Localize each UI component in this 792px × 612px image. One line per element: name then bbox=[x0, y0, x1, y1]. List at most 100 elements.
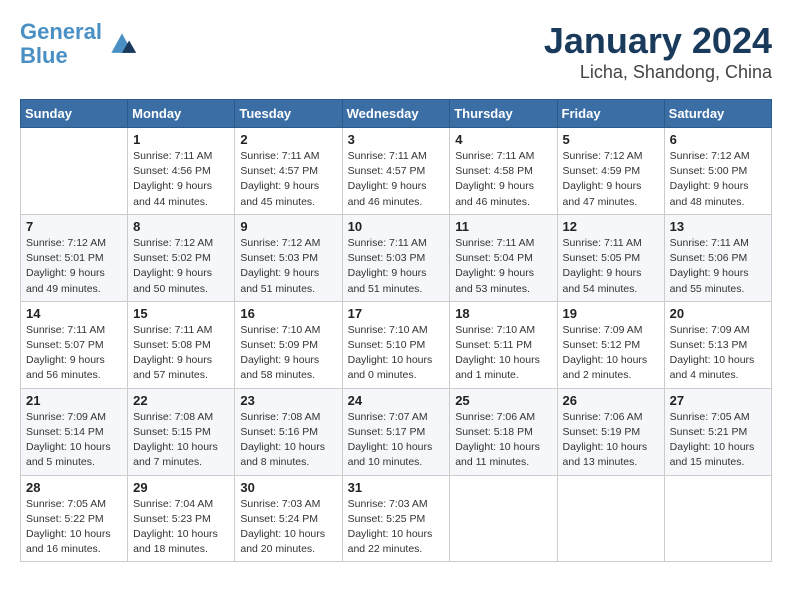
day-info: Sunrise: 7:03 AMSunset: 5:25 PMDaylight:… bbox=[348, 497, 445, 558]
day-number: 29 bbox=[133, 480, 229, 495]
day-number: 21 bbox=[26, 393, 122, 408]
day-info: Sunrise: 7:11 AMSunset: 5:03 PMDaylight:… bbox=[348, 236, 445, 297]
day-number: 5 bbox=[563, 132, 659, 147]
calendar-cell: 29Sunrise: 7:04 AMSunset: 5:23 PMDayligh… bbox=[128, 475, 235, 562]
logo-text: General Blue bbox=[20, 20, 102, 68]
calendar-week-3: 14 Sunrise: 7:11 AMSunset: 5:07 PMDayligh… bbox=[21, 301, 772, 388]
calendar-cell: 19 Sunrise: 7:09 AMSunset: 5:12 PMDayligh… bbox=[557, 301, 664, 388]
calendar-cell bbox=[557, 475, 664, 562]
day-number: 31 bbox=[348, 480, 445, 495]
calendar-week-2: 7Sunrise: 7:12 AMSunset: 5:01 PMDaylight… bbox=[21, 214, 772, 301]
day-info: Sunrise: 7:12 AMSunset: 5:00 PMDaylight:… bbox=[670, 149, 766, 210]
day-info: Sunrise: 7:09 AMSunset: 5:13 PMDaylight:… bbox=[670, 323, 766, 384]
calendar-cell: 14 Sunrise: 7:11 AMSunset: 5:07 PMDayligh… bbox=[21, 301, 128, 388]
day-info: Sunrise: 7:06 AMSunset: 5:18 PMDaylight:… bbox=[455, 410, 551, 471]
day-number: 9 bbox=[240, 219, 336, 234]
day-number: 22 bbox=[133, 393, 229, 408]
day-info: Sunrise: 7:07 AMSunset: 5:17 PMDaylight:… bbox=[348, 410, 445, 471]
day-info: Sunrise: 7:12 AMSunset: 5:02 PMDaylight:… bbox=[133, 236, 229, 297]
calendar-cell: 6 Sunrise: 7:12 AMSunset: 5:00 PMDaylight… bbox=[664, 128, 771, 215]
day-info: Sunrise: 7:09 AMSunset: 5:14 PMDaylight:… bbox=[26, 410, 122, 471]
day-info: Sunrise: 7:05 AMSunset: 5:21 PMDaylight:… bbox=[670, 410, 766, 471]
day-number: 28 bbox=[26, 480, 122, 495]
calendar-cell: 24Sunrise: 7:07 AMSunset: 5:17 PMDayligh… bbox=[342, 388, 450, 475]
calendar-cell: 9 Sunrise: 7:12 AMSunset: 5:03 PMDaylight… bbox=[235, 214, 342, 301]
weekday-header-friday: Friday bbox=[557, 100, 664, 128]
calendar-cell: 31 Sunrise: 7:03 AMSunset: 5:25 PMDayligh… bbox=[342, 475, 450, 562]
calendar-cell: 27Sunrise: 7:05 AMSunset: 5:21 PMDayligh… bbox=[664, 388, 771, 475]
weekday-header-saturday: Saturday bbox=[664, 100, 771, 128]
calendar-cell bbox=[450, 475, 557, 562]
day-info: Sunrise: 7:09 AMSunset: 5:12 PMDaylight:… bbox=[563, 323, 659, 384]
calendar-cell: 1Sunrise: 7:11 AMSunset: 4:56 PMDaylight… bbox=[128, 128, 235, 215]
calendar-cell: 18 Sunrise: 7:10 AMSunset: 5:11 PMDayligh… bbox=[450, 301, 557, 388]
day-info: Sunrise: 7:08 AMSunset: 5:16 PMDaylight:… bbox=[240, 410, 336, 471]
day-number: 2 bbox=[240, 132, 336, 147]
day-info: Sunrise: 7:11 AMSunset: 5:08 PMDaylight:… bbox=[133, 323, 229, 384]
calendar-cell bbox=[21, 128, 128, 215]
day-number: 17 bbox=[348, 306, 445, 321]
calendar-week-4: 21 Sunrise: 7:09 AMSunset: 5:14 PMDayligh… bbox=[21, 388, 772, 475]
day-number: 14 bbox=[26, 306, 122, 321]
day-info: Sunrise: 7:10 AMSunset: 5:11 PMDaylight:… bbox=[455, 323, 551, 384]
day-info: Sunrise: 7:11 AMSunset: 5:04 PMDaylight:… bbox=[455, 236, 551, 297]
day-info: Sunrise: 7:12 AMSunset: 4:59 PMDaylight:… bbox=[563, 149, 659, 210]
calendar-cell: 3Sunrise: 7:11 AMSunset: 4:57 PMDaylight… bbox=[342, 128, 450, 215]
day-info: Sunrise: 7:12 AMSunset: 5:03 PMDaylight:… bbox=[240, 236, 336, 297]
day-number: 12 bbox=[563, 219, 659, 234]
calendar-cell: 2 Sunrise: 7:11 AMSunset: 4:57 PMDaylight… bbox=[235, 128, 342, 215]
calendar-cell: 26 Sunrise: 7:06 AMSunset: 5:19 PMDayligh… bbox=[557, 388, 664, 475]
calendar-cell: 5 Sunrise: 7:12 AMSunset: 4:59 PMDaylight… bbox=[557, 128, 664, 215]
day-number: 13 bbox=[670, 219, 766, 234]
day-info: Sunrise: 7:10 AMSunset: 5:09 PMDaylight:… bbox=[240, 323, 336, 384]
day-number: 25 bbox=[455, 393, 551, 408]
calendar-cell bbox=[664, 475, 771, 562]
calendar-cell: 13 Sunrise: 7:11 AMSunset: 5:06 PMDayligh… bbox=[664, 214, 771, 301]
calendar-cell: 7Sunrise: 7:12 AMSunset: 5:01 PMDaylight… bbox=[21, 214, 128, 301]
calendar-cell: 25 Sunrise: 7:06 AMSunset: 5:18 PMDayligh… bbox=[450, 388, 557, 475]
day-number: 23 bbox=[240, 393, 336, 408]
day-number: 30 bbox=[240, 480, 336, 495]
day-number: 20 bbox=[670, 306, 766, 321]
weekday-header-sunday: Sunday bbox=[21, 100, 128, 128]
day-number: 18 bbox=[455, 306, 551, 321]
day-number: 26 bbox=[563, 393, 659, 408]
logo-line2: Blue bbox=[20, 43, 68, 68]
calendar-cell: 23 Sunrise: 7:08 AMSunset: 5:16 PMDayligh… bbox=[235, 388, 342, 475]
day-info: Sunrise: 7:11 AMSunset: 4:58 PMDaylight:… bbox=[455, 149, 551, 210]
day-info: Sunrise: 7:06 AMSunset: 5:19 PMDaylight:… bbox=[563, 410, 659, 471]
calendar-title: January 2024 bbox=[544, 20, 772, 62]
calendar-cell: 15Sunrise: 7:11 AMSunset: 5:08 PMDayligh… bbox=[128, 301, 235, 388]
calendar-cell: 22Sunrise: 7:08 AMSunset: 5:15 PMDayligh… bbox=[128, 388, 235, 475]
calendar-cell: 20 Sunrise: 7:09 AMSunset: 5:13 PMDayligh… bbox=[664, 301, 771, 388]
day-number: 11 bbox=[455, 219, 551, 234]
calendar-cell: 10 Sunrise: 7:11 AMSunset: 5:03 PMDayligh… bbox=[342, 214, 450, 301]
day-info: Sunrise: 7:11 AMSunset: 4:57 PMDaylight:… bbox=[240, 149, 336, 210]
calendar-cell: 16 Sunrise: 7:10 AMSunset: 5:09 PMDayligh… bbox=[235, 301, 342, 388]
calendar-cell: 8Sunrise: 7:12 AMSunset: 5:02 PMDaylight… bbox=[128, 214, 235, 301]
day-info: Sunrise: 7:11 AMSunset: 5:07 PMDaylight:… bbox=[26, 323, 122, 384]
weekday-header-thursday: Thursday bbox=[450, 100, 557, 128]
day-number: 1 bbox=[133, 132, 229, 147]
day-number: 16 bbox=[240, 306, 336, 321]
day-number: 6 bbox=[670, 132, 766, 147]
calendar-cell: 12Sunrise: 7:11 AMSunset: 5:05 PMDayligh… bbox=[557, 214, 664, 301]
calendar-week-1: 1Sunrise: 7:11 AMSunset: 4:56 PMDaylight… bbox=[21, 128, 772, 215]
weekday-header-wednesday: Wednesday bbox=[342, 100, 450, 128]
calendar-cell: 4Sunrise: 7:11 AMSunset: 4:58 PMDaylight… bbox=[450, 128, 557, 215]
weekday-header-row: SundayMondayTuesdayWednesdayThursdayFrid… bbox=[21, 100, 772, 128]
day-number: 10 bbox=[348, 219, 445, 234]
day-info: Sunrise: 7:12 AMSunset: 5:01 PMDaylight:… bbox=[26, 236, 122, 297]
day-number: 3 bbox=[348, 132, 445, 147]
day-number: 19 bbox=[563, 306, 659, 321]
logo-icon bbox=[106, 28, 138, 60]
calendar-subtitle: Licha, Shandong, China bbox=[544, 62, 772, 83]
day-info: Sunrise: 7:11 AMSunset: 5:06 PMDaylight:… bbox=[670, 236, 766, 297]
page-header: General Blue January 2024 Licha, Shandon… bbox=[20, 20, 772, 83]
logo-line1: General bbox=[20, 19, 102, 44]
calendar-body: 1Sunrise: 7:11 AMSunset: 4:56 PMDaylight… bbox=[21, 128, 772, 562]
weekday-header-tuesday: Tuesday bbox=[235, 100, 342, 128]
weekday-header-monday: Monday bbox=[128, 100, 235, 128]
calendar-table: SundayMondayTuesdayWednesdayThursdayFrid… bbox=[20, 99, 772, 562]
day-info: Sunrise: 7:10 AMSunset: 5:10 PMDaylight:… bbox=[348, 323, 445, 384]
